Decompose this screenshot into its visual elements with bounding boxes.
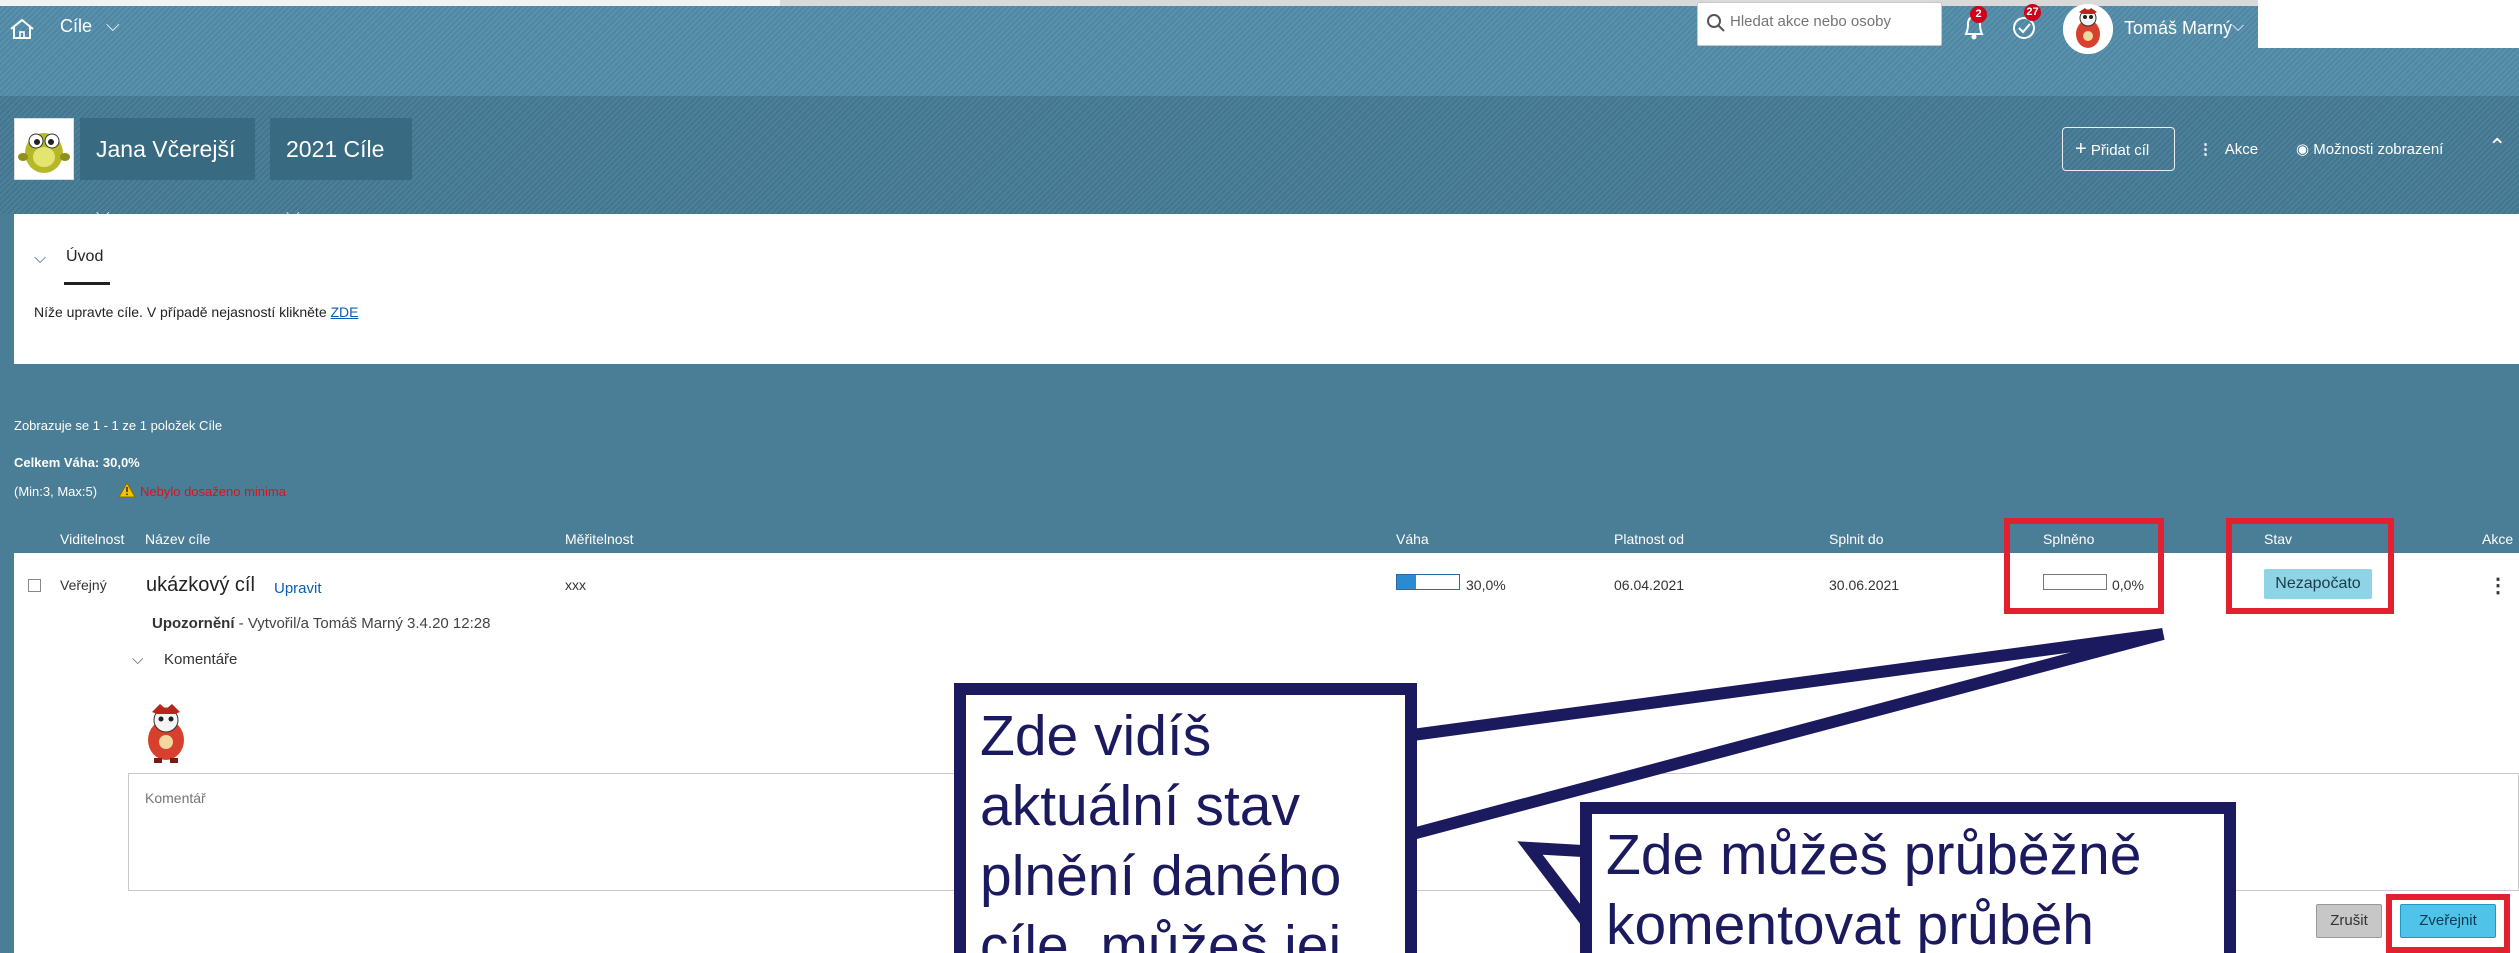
- callout-status-line: plnění daného: [980, 844, 1342, 908]
- row-metric: xxx: [565, 577, 586, 593]
- warning-icon: [118, 482, 136, 498]
- items-count: Zobrazuje se 1 - 1 ze 1 položek Cíle: [14, 418, 223, 433]
- callout-comments-line: komentovat průběh: [1606, 893, 2094, 953]
- col-weight[interactable]: Váha: [1396, 531, 1429, 547]
- minimum-warning: Nebylo dosaženo minima: [140, 484, 286, 499]
- row-visibility: Veřejný: [60, 577, 107, 593]
- chevron-down-icon[interactable]: ⌵: [34, 250, 46, 268]
- min-max: (Min:3, Max:5): [14, 484, 98, 499]
- edit-goal-link[interactable]: Upravit: [274, 580, 322, 597]
- actions-menu-button[interactable]: ⋮ Akce: [2198, 140, 2258, 158]
- col-metric[interactable]: Měřitelnost: [565, 531, 633, 547]
- weight-progress-fill: [1397, 575, 1416, 589]
- comments-toggle[interactable]: Komentáře: [164, 651, 237, 668]
- goal-plan-selector[interactable]: 2021 Cíle ⌵: [270, 118, 412, 223]
- callout-status-line: cíle, můžeš jej: [980, 914, 1342, 953]
- row-actions-icon[interactable]: ⋮: [2488, 573, 2508, 598]
- row-valid-from: 06.04.2021: [1614, 577, 1685, 593]
- app-title[interactable]: Cíle: [60, 16, 92, 37]
- chevron-down-icon[interactable]: ⌵: [106, 15, 120, 36]
- owner-selector[interactable]: Jana Včerejší ⌵: [80, 118, 255, 223]
- owner-avatar: [14, 118, 74, 180]
- callout-comments-line: Zde můžeš průběžně: [1606, 823, 2142, 887]
- mascot-green-image: [18, 133, 70, 173]
- total-weight: Celkem Váha: 30,0%: [14, 455, 140, 470]
- col-valid-from[interactable]: Platnost od: [1614, 531, 1684, 547]
- mascot-red-image: [2063, 4, 2113, 54]
- chevron-down-icon[interactable]: ⌵: [2232, 18, 2244, 36]
- intro-tab[interactable]: Úvod: [66, 248, 103, 266]
- goal-warning-label: Upozornění: [152, 615, 235, 632]
- col-name[interactable]: Název cíle: [145, 531, 210, 547]
- col-actions: Akce: [2482, 531, 2514, 547]
- intro-panel: [14, 214, 2519, 364]
- goal-name: ukázkový cíl: [146, 574, 255, 596]
- add-goal-label: Přidat cíl: [2090, 142, 2150, 159]
- notifications-badge: 2: [1970, 6, 1987, 23]
- search-icon: [1707, 14, 1725, 32]
- intro-text-body: Níže upravte cíle. V případě nejasností …: [34, 304, 327, 320]
- todo-badge: 27: [2024, 4, 2041, 21]
- col-due[interactable]: Splnit do: [1829, 531, 1883, 547]
- shell-bar: [0, 0, 2519, 96]
- commenter-avatar: [148, 704, 184, 763]
- plus-icon: +: [2075, 138, 2087, 160]
- callout-status: Zde vidíš aktuální stav plnění daného cí…: [954, 683, 1417, 953]
- row-checkbox[interactable]: [28, 579, 41, 592]
- collapse-header-icon[interactable]: ⌃: [2488, 134, 2506, 160]
- row-weight: 30,0%: [1466, 577, 1506, 593]
- cancel-button[interactable]: Zrušit: [2316, 904, 2382, 938]
- intro-tab-underline: [64, 282, 110, 285]
- col-visibility[interactable]: Viditelnost: [60, 531, 124, 547]
- row-due: 30.06.2021: [1829, 577, 1900, 593]
- view-options-button[interactable]: ◉ Možnosti zobrazení: [2296, 140, 2443, 158]
- shell-blank-area: [2258, 0, 2519, 48]
- intro-link[interactable]: ZDE: [331, 304, 359, 320]
- search-box[interactable]: [1697, 2, 1942, 46]
- eye-icon: ◉: [2296, 141, 2310, 158]
- chevron-down-icon[interactable]: ⌵: [132, 651, 143, 668]
- goal-plan-name: 2021 Cíle: [286, 136, 385, 162]
- callout-status-line: aktuální stav: [980, 774, 1301, 838]
- callout-comments: Zde můžeš průběžně komentovat průběh: [1580, 802, 2236, 953]
- callout-status-line: Zde vidíš: [980, 704, 1212, 768]
- more-vertical-icon: ⋮: [2198, 141, 2213, 158]
- owner-name: Jana Včerejší: [96, 136, 236, 162]
- shell-top-strip: [0, 0, 780, 6]
- goal-warning-text: - Vytvořil/a Tomáš Marný 3.4.20 12:28: [238, 615, 491, 632]
- add-goal-button[interactable]: + Přidat cíl: [2062, 127, 2175, 171]
- intro-text: Níže upravte cíle. V případě nejasností …: [34, 304, 359, 320]
- highlight-publish-box: [2386, 894, 2510, 953]
- goal-warning: Upozornění - Vytvořil/a Tomáš Marný 3.4.…: [152, 615, 490, 632]
- user-avatar[interactable]: [2063, 4, 2113, 54]
- search-input[interactable]: [1730, 13, 1930, 30]
- highlight-status-box: [2226, 518, 2394, 614]
- home-icon[interactable]: [8, 18, 36, 40]
- view-options-label: Možnosti zobrazení: [2313, 141, 2444, 158]
- highlight-done-box: [2004, 518, 2164, 614]
- user-name[interactable]: Tomáš Marný: [2124, 18, 2232, 39]
- actions-label: Akce: [2224, 141, 2259, 158]
